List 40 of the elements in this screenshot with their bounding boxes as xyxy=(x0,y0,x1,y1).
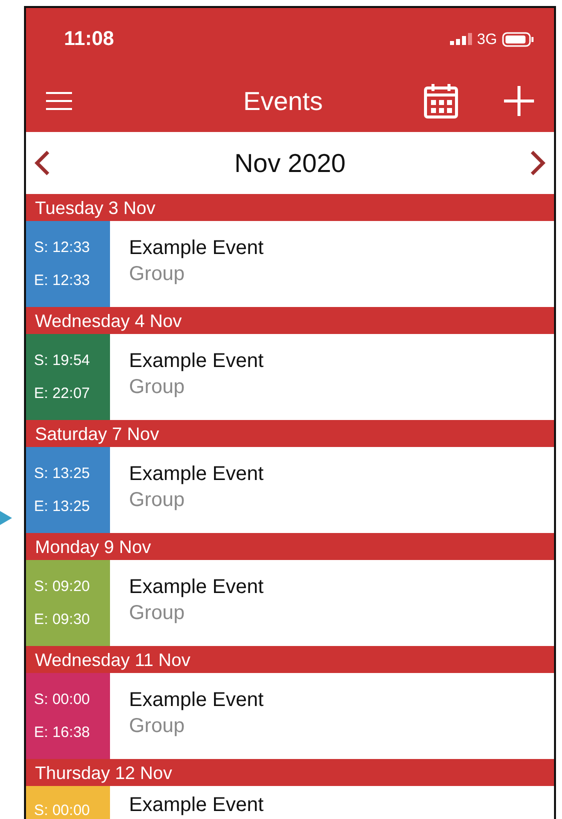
start-time: S: 09:20 xyxy=(33,578,91,595)
start-time: S: 00:00 xyxy=(33,802,91,819)
previous-month-button[interactable] xyxy=(34,150,50,176)
month-label: Nov 2020 xyxy=(234,148,346,178)
end-time: E: 13:25 xyxy=(33,498,91,515)
event-title: Example Event xyxy=(129,462,264,486)
end-time: E: 22:07 xyxy=(33,385,91,402)
start-time: S: 00:00 xyxy=(33,691,91,708)
day-header: Tuesday 3 Nov xyxy=(26,194,554,221)
next-month-button[interactable] xyxy=(530,150,546,176)
day-header: Wednesday 4 Nov xyxy=(26,307,554,334)
event-group: Group xyxy=(129,714,264,738)
day-header: Monday 9 Nov xyxy=(26,533,554,560)
menu-button[interactable] xyxy=(46,92,72,110)
event-group: Group xyxy=(129,376,264,398)
calendar-button[interactable] xyxy=(424,83,458,119)
signal-icon xyxy=(450,33,472,45)
add-button[interactable] xyxy=(504,86,534,116)
event-group: Group xyxy=(129,262,264,286)
event-title: Example Event xyxy=(129,794,264,817)
event-title: Example Event xyxy=(129,236,264,260)
start-time: S: 12:33 xyxy=(33,239,91,256)
battery-icon xyxy=(502,32,534,46)
pointer-icon xyxy=(0,511,12,525)
day-header: Wednesday 11 Nov xyxy=(26,646,554,673)
day-header: Saturday 7 Nov xyxy=(26,420,554,447)
end-time: E: 12:33 xyxy=(33,272,91,289)
event-group: Group xyxy=(129,602,264,624)
end-time: E: 09:30 xyxy=(33,611,91,628)
event-title: Example Event xyxy=(129,350,264,372)
event-title: Example Event xyxy=(129,576,264,598)
start-time: S: 19:54 xyxy=(33,352,91,369)
start-time: S: 13:25 xyxy=(33,465,91,482)
status-time: 11:08 xyxy=(64,28,114,50)
end-time: E: 16:38 xyxy=(33,724,91,741)
event-group: Group xyxy=(129,488,264,512)
screen-title: Events xyxy=(242,86,324,116)
network-label: 3G xyxy=(476,30,497,48)
day-header: Thursday 12 Nov xyxy=(26,759,554,786)
event-title: Example Event xyxy=(129,688,264,712)
